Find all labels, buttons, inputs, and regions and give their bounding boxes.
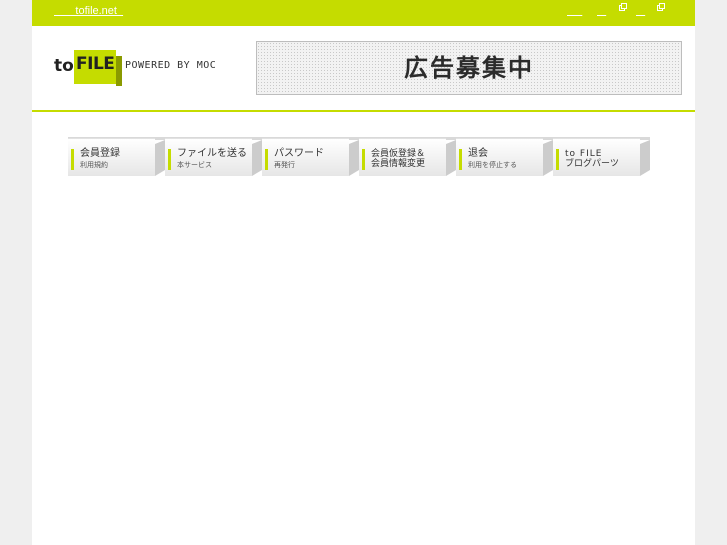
nav-button-side <box>252 140 262 176</box>
nav-accent-bar <box>362 149 365 170</box>
logo-file-text: FILE <box>76 54 115 74</box>
nav-button-side <box>155 140 165 176</box>
nav-withdraw[interactable]: 退会 利用を停止する <box>456 137 553 176</box>
logo-box: FILE <box>74 50 116 84</box>
logo-powered-by: POWERED BY MOC <box>125 60 217 71</box>
logo-to-text: to <box>54 56 74 76</box>
nav-accent-bar <box>265 149 268 170</box>
nav-item-title: ファイルを送る <box>177 148 247 159</box>
nav-member-register[interactable]: 会員登録 利用規約 <box>68 137 165 176</box>
logo-box-shadow <box>116 56 122 86</box>
nav-item-title: パスワード <box>274 148 324 159</box>
nav-send-file[interactable]: ファイルを送る 本サービス <box>165 137 262 176</box>
top-link-2[interactable] <box>597 5 606 17</box>
nav-button-side <box>543 140 553 176</box>
nav-button-side <box>640 140 650 176</box>
top-link-1[interactable] <box>567 5 582 17</box>
nav-item-title: 退会 <box>468 148 488 159</box>
nav-accent-bar <box>459 149 462 170</box>
header: to FILE POWERED BY MOC 広告募集中 <box>32 26 695 112</box>
nav-item-subtitle: 再発行 <box>274 161 295 169</box>
ad-banner-text: 広告募集中 <box>404 54 534 82</box>
external-window-icon <box>657 3 665 11</box>
nav-blog-parts[interactable]: to FILE ブログパーツ <box>553 137 650 176</box>
top-link-3[interactable] <box>636 5 645 17</box>
nav-accent-bar <box>556 149 559 170</box>
nav-button-side <box>446 140 456 176</box>
nav-accent-bar <box>168 149 171 170</box>
nav-item-title: 会員登録 <box>80 148 120 159</box>
main-nav: 会員登録 利用規約 ファイルを送る 本サービス パスワード 再発行 会員仮登録＆ <box>68 137 662 178</box>
nav-member-info-change[interactable]: 会員仮登録＆ 会員情報変更 <box>359 137 456 176</box>
ad-banner[interactable]: 広告募集中 <box>256 41 682 95</box>
nav-button-side <box>349 140 359 176</box>
nav-item-subtitle: 利用を停止する <box>468 161 517 169</box>
tofile-logo[interactable]: to FILE POWERED BY MOC <box>54 50 229 88</box>
nav-accent-bar <box>71 149 74 170</box>
nav-item-subtitle: 利用規約 <box>80 161 108 169</box>
page-container: tofile.net to FILE POWERED BY MOC 広告募集中 <box>32 0 695 545</box>
top-bar: tofile.net <box>32 0 695 26</box>
nav-item-subtitle: 本サービス <box>177 161 212 169</box>
nav-item-title-line2: ブログパーツ <box>565 159 619 169</box>
nav-password-reissue[interactable]: パスワード 再発行 <box>262 137 359 176</box>
nav-item-title-line2: 会員情報変更 <box>371 159 426 169</box>
tofile-net-link[interactable]: tofile.net <box>54 5 123 17</box>
external-window-icon <box>619 3 627 11</box>
